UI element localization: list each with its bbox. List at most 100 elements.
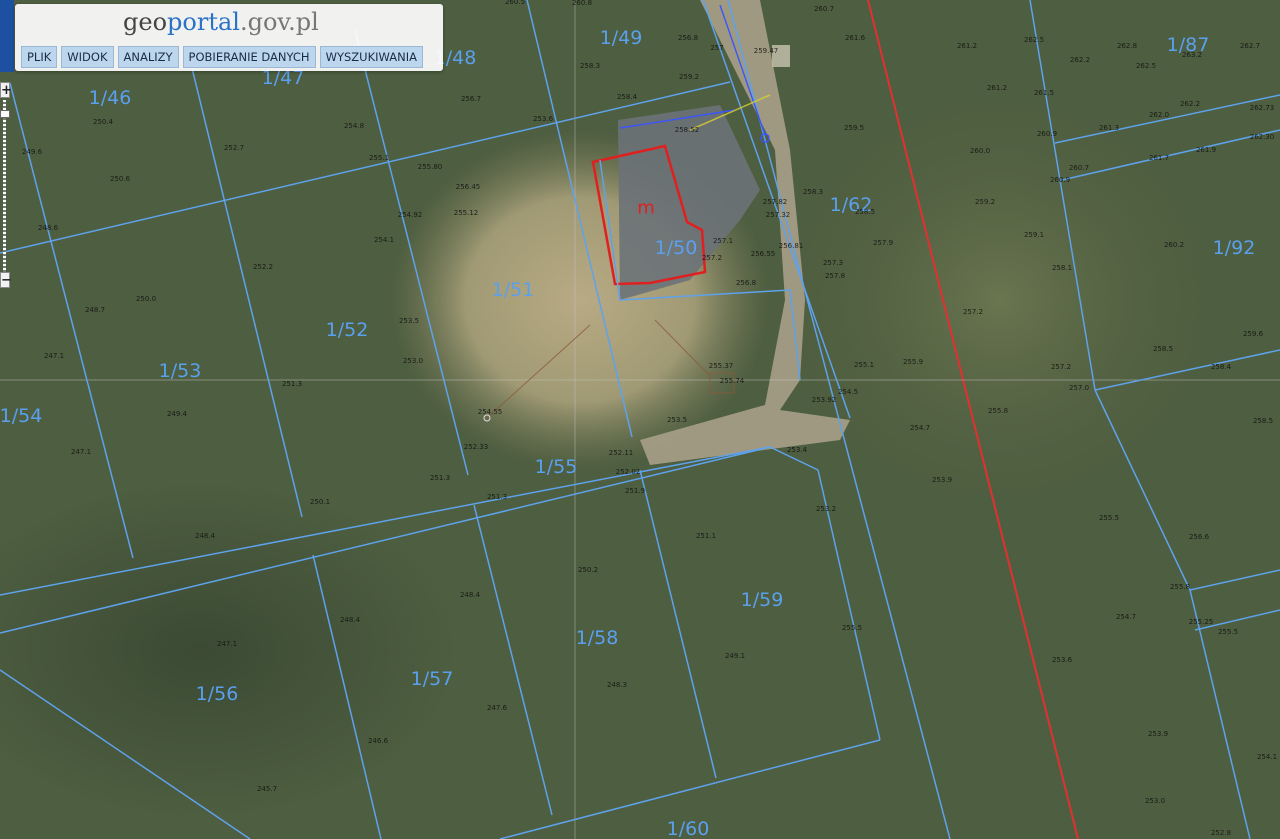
geoportal-logo[interactable]: geoportal.gov.pl: [123, 8, 319, 36]
parcel-label[interactable]: 1/59: [741, 589, 784, 611]
elevation-label: 248.4: [339, 616, 361, 624]
elevation-label: 262.7: [1239, 42, 1261, 50]
parcel-label[interactable]: 1/56: [196, 683, 239, 705]
elevation-label: 258.5: [1252, 417, 1274, 425]
parcel-label[interactable]: 1/46: [89, 87, 132, 109]
elevation-label: 262.2: [1179, 100, 1201, 108]
zoom-out-button[interactable]: −: [0, 272, 12, 288]
elevation-label: 255.8: [987, 407, 1009, 415]
parcel-label[interactable]: 1/58: [576, 627, 619, 649]
elevation-label: 254.1: [1256, 753, 1278, 761]
side-panel-tab[interactable]: [0, 0, 14, 72]
elevation-label: 253.0: [1144, 797, 1166, 805]
elevation-label: 251.3: [281, 380, 303, 388]
menu-widok[interactable]: WIDOK: [61, 46, 114, 68]
logo-text: portal: [167, 8, 240, 36]
elevation-label: 258.1: [1051, 264, 1073, 272]
elevation-label: 255.5: [1098, 514, 1120, 522]
elevation-label: 249.6: [21, 148, 43, 156]
elevation-label: 262.0: [1148, 111, 1170, 119]
elevation-label: 254.1: [373, 236, 395, 244]
elevation-label: 258.5: [1152, 345, 1174, 353]
elevation-label: 257.1: [712, 237, 734, 245]
elevation-label: 245.7: [256, 785, 278, 793]
elevation-label: 252.2: [252, 263, 274, 271]
elevation-label: 262.2: [1069, 56, 1091, 64]
elevation-label: 247.1: [70, 448, 92, 456]
elevation-label: 261.7: [1148, 154, 1170, 162]
zoom-in-button[interactable]: +: [0, 82, 12, 98]
elevation-label: 253.6: [532, 115, 554, 123]
elevation-label: 250.2: [577, 566, 599, 574]
parcel-label[interactable]: 1/92: [1213, 237, 1256, 259]
elevation-label: 251.1: [695, 532, 717, 540]
elevation-label: 259.2: [678, 73, 700, 81]
elevation-label: 257: [710, 44, 724, 52]
menu-wyszukiwania[interactable]: WYSZUKIWANIA: [319, 46, 423, 68]
elevation-label: 260.7: [1068, 164, 1090, 172]
elevation-label: 259.47: [753, 47, 779, 55]
menu-analizy[interactable]: ANALIZY: [117, 46, 179, 68]
elevation-label: 256.8: [677, 34, 699, 42]
parcel-label[interactable]: 1/53: [159, 360, 202, 382]
elevation-label: 248.7: [84, 306, 106, 314]
elevation-label: 254.7: [909, 424, 931, 432]
elevation-label: 258.4: [616, 93, 638, 101]
elevation-label: 255.8: [1169, 583, 1191, 591]
header-panel: geoportal.gov.pl PLIK WIDOK ANALIZY POBI…: [15, 4, 443, 71]
elevation-label: 261.9: [1195, 146, 1217, 154]
elevation-label: 255.1: [853, 361, 875, 369]
elevation-label: 254.8: [343, 122, 365, 130]
elevation-label: 261.6: [844, 34, 866, 42]
elevation-label: 248.6: [37, 224, 59, 232]
elevation-label: 260.9: [1036, 130, 1058, 138]
menu-pobieranie-danych[interactable]: POBIERANIE DANYCH: [182, 46, 316, 68]
elevation-label: 255.12: [453, 209, 479, 217]
menu-plik[interactable]: PLIK: [21, 46, 58, 68]
elevation-label: 250.1: [309, 498, 331, 506]
parcel-label[interactable]: 1/52: [326, 319, 369, 341]
elevation-label: 256.7: [460, 95, 482, 103]
parcel-label[interactable]: 1/51: [492, 279, 535, 301]
elevation-label: 253.2: [815, 505, 837, 513]
elevation-label: 257.82: [762, 198, 788, 206]
zoom-slider-handle[interactable]: [0, 110, 10, 118]
elevation-label: 252.7: [223, 144, 245, 152]
elevation-label: 247.1: [43, 352, 65, 360]
zoom-slider-track[interactable]: [3, 100, 6, 272]
orthophoto-map[interactable]: m 1/46 1/47 1/48 1/49 1/87 1/62 1/92 1/5…: [0, 0, 1280, 839]
parcel-label[interactable]: 1/55: [535, 456, 578, 478]
elevation-label: 252.8: [1210, 829, 1232, 837]
elevation-label: 262.8: [1116, 42, 1138, 50]
elevation-label: 254.55: [477, 408, 503, 416]
elevation-label: 256.81: [778, 242, 804, 250]
parcel-label[interactable]: 1/54: [0, 405, 42, 427]
parcel-label[interactable]: 1/49: [600, 27, 643, 49]
elevation-label: 246.6: [367, 737, 389, 745]
parcel-label[interactable]: 1/57: [411, 668, 454, 690]
logo-text: eo: [138, 8, 168, 36]
map-canvas[interactable]: [0, 0, 1280, 839]
elevation-label: 248.3: [606, 681, 628, 689]
elevation-label: 248.4: [194, 532, 216, 540]
elevation-label: 257.2: [962, 308, 984, 316]
elevation-label: 260.7: [813, 5, 835, 13]
elevation-label: 255.37: [708, 362, 734, 370]
elevation-label: 258.3: [579, 62, 601, 70]
parcel-label[interactable]: 1/60: [667, 818, 710, 839]
elevation-label: 262.5: [1023, 36, 1045, 44]
elevation-label: 261.5: [1033, 89, 1055, 97]
parcel-label[interactable]: 1/50: [655, 237, 698, 259]
elevation-label: 259.1: [1023, 231, 1045, 239]
elevation-label: 262.73: [1249, 104, 1275, 112]
elevation-label: 262.5: [1135, 62, 1157, 70]
elevation-label: 255.74: [719, 377, 745, 385]
elevation-label: 259.2: [974, 198, 996, 206]
elevation-label: 262.30: [1249, 133, 1275, 141]
building-label: m: [637, 197, 655, 219]
elevation-label: 250.0: [135, 295, 157, 303]
elevation-label: 258.52: [674, 126, 700, 134]
elevation-label: 252.02: [615, 468, 641, 476]
elevation-label: 249.1: [724, 652, 746, 660]
main-menu: PLIK WIDOK ANALIZY POBIERANIE DANYCH WYS…: [21, 46, 423, 68]
